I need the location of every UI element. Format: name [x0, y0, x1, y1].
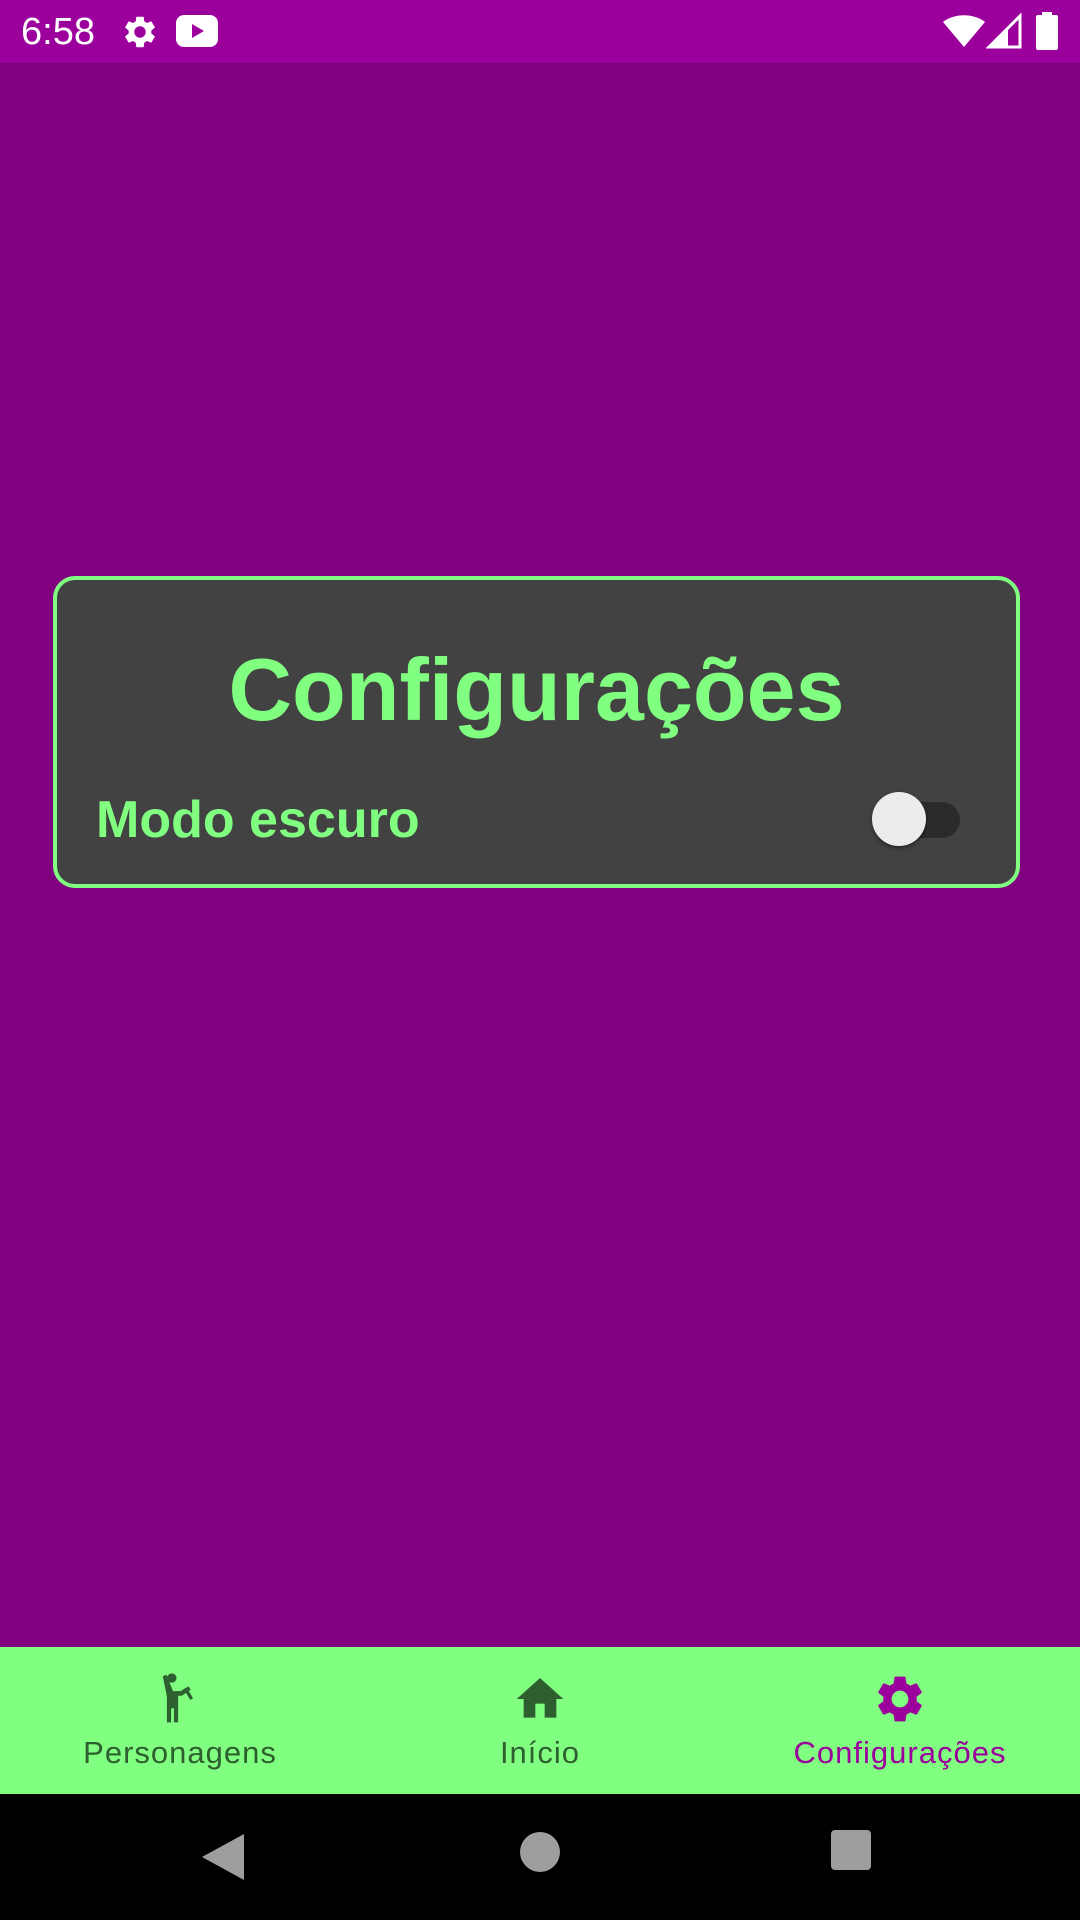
bottom-navigation: Personagens Início Configurações: [0, 1647, 1080, 1794]
battery-icon: [1036, 12, 1058, 50]
nav-label-inicio: Início: [499, 1735, 581, 1770]
dark-mode-switch[interactable]: [872, 792, 962, 848]
person-waving-icon: [162, 1673, 194, 1723]
nav-label-personagens: Personagens: [83, 1735, 277, 1770]
switch-thumb: [872, 792, 926, 846]
gear-icon: [878, 1676, 922, 1722]
status-bar: 6:58: [0, 0, 1080, 63]
system-navigation-bar: [0, 1794, 1080, 1920]
signal-icon: [986, 13, 1022, 49]
back-icon[interactable]: [200, 1832, 246, 1882]
recents-icon[interactable]: [831, 1830, 871, 1870]
settings-card: Configurações Modo escuro: [53, 576, 1020, 888]
wifi-icon: [943, 15, 985, 47]
page-title: Configurações: [228, 640, 845, 739]
gear-icon: [125, 16, 155, 48]
home-icon: [516, 1678, 564, 1718]
screen: 6:58 Configurações Modo escuro Personage…: [0, 0, 1080, 1920]
nav-item-configuracoes[interactable]: Configurações: [720, 1647, 1080, 1794]
youtube-icon: [176, 15, 218, 47]
dark-mode-label: Modo escuro: [96, 791, 420, 849]
status-time: 6:58: [21, 11, 95, 53]
nav-item-inicio[interactable]: Início: [360, 1647, 720, 1794]
home-button-icon[interactable]: [520, 1832, 560, 1872]
nav-item-personagens[interactable]: Personagens: [0, 1647, 360, 1794]
nav-label-configuracoes: Configurações: [793, 1735, 1007, 1770]
